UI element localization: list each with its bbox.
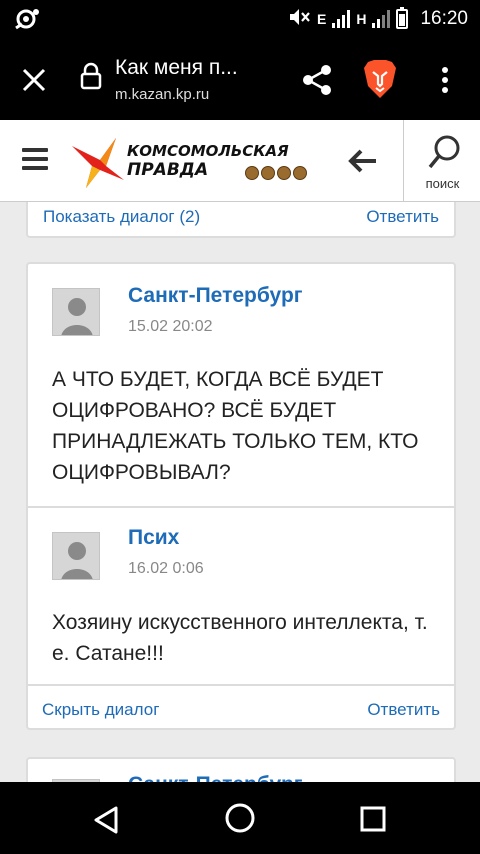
comment-card-previous: Показать диалог (2) Ответить: [26, 202, 456, 238]
comment-text: А ЧТО БУДЕТ, КОГДА ВСЁ БУДЕТ ОЦИФРОВАНО?…: [52, 368, 419, 484]
network-type-1: E: [316, 11, 327, 27]
comment-card-next: Санкт-Петербург: [26, 757, 456, 782]
notification-icon: [14, 8, 40, 35]
comment-date: 15.02 20:02: [128, 318, 213, 335]
comment-author[interactable]: Санкт-Петербург: [128, 773, 303, 782]
system-nav-bar: [0, 782, 480, 854]
comment-thread-card: Санкт-Петербург 15.02 20:02 А ЧТО БУДЕТ,…: [26, 262, 456, 730]
signal-icon: [332, 10, 351, 28]
logo-medals: [245, 166, 307, 180]
brave-lion-icon[interactable]: [362, 58, 398, 100]
search-icon: [428, 135, 460, 169]
reply-link[interactable]: Ответить: [366, 207, 439, 227]
search-label: поиск: [425, 176, 460, 191]
network-type-2: H: [356, 11, 367, 27]
comment-date: 16.02 0:06: [128, 560, 204, 577]
nav-home-icon[interactable]: [224, 802, 256, 839]
site-logo[interactable]: КОМСОМОЛЬСКАЯ ПРАВДА: [70, 136, 315, 190]
signal-icon-2: [372, 10, 391, 28]
more-icon[interactable]: [430, 60, 460, 100]
reply-link[interactable]: Ответить: [367, 700, 440, 720]
mute-icon: [289, 7, 311, 32]
tab-title[interactable]: Как меня п...: [115, 56, 238, 80]
logo-star-icon: [72, 138, 124, 188]
clock: 16:20: [420, 8, 468, 29]
menu-icon[interactable]: [22, 143, 48, 177]
comments-feed: Показать диалог (2) Ответить Санкт-Петер…: [0, 202, 480, 782]
lock-icon: [80, 62, 102, 95]
hide-dialog-link[interactable]: Скрыть диалог: [42, 700, 159, 720]
share-icon[interactable]: [300, 60, 336, 100]
avatar: [52, 532, 100, 580]
comment-author[interactable]: Псих: [128, 526, 179, 550]
status-bar: E H 16:20: [0, 0, 480, 38]
logo-line1: КОМСОМОЛЬСКАЯ: [127, 142, 289, 160]
comment-author[interactable]: Санкт-Петербург: [128, 284, 303, 308]
comment-text: Хозяину искусственного интеллекта, т. е.…: [52, 611, 428, 665]
show-dialog-link[interactable]: Показать диалог (2): [43, 207, 200, 227]
comment-item: Санкт-Петербург 15.02 20:02 А ЧТО БУДЕТ,…: [28, 264, 454, 506]
back-arrow-icon[interactable]: [346, 146, 380, 176]
site-header: КОМСОМОЛЬСКАЯ ПРАВДА поиск: [0, 120, 480, 202]
close-icon[interactable]: [14, 60, 54, 100]
address-url[interactable]: m.kazan.kp.ru: [115, 86, 209, 103]
divider: [28, 684, 454, 686]
logo-line2: ПРАВДА: [127, 160, 209, 180]
avatar: [52, 288, 100, 336]
battery-icon: [396, 7, 409, 29]
nav-back-icon[interactable]: [90, 804, 122, 841]
comment-reply-item: Псих 16.02 0:06 Хозяину искусственного и…: [28, 508, 454, 684]
nav-recent-apps-icon[interactable]: [358, 804, 388, 839]
browser-toolbar: Как меня п... m.kazan.kp.ru: [0, 38, 480, 120]
search-button[interactable]: поиск: [403, 120, 480, 202]
